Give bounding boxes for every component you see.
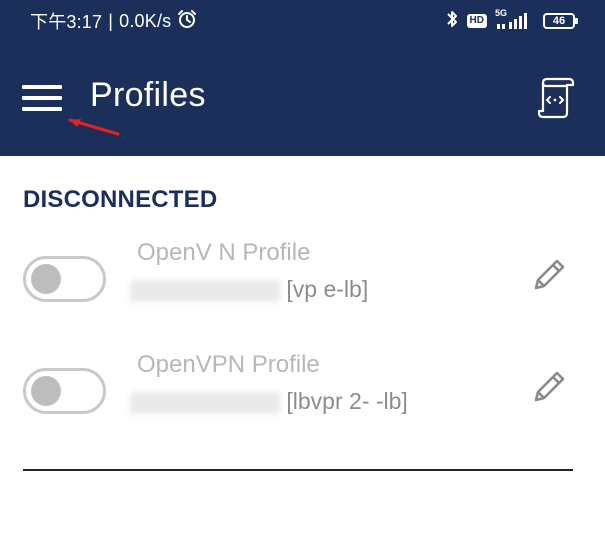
profile-toggle[interactable] (23, 256, 106, 302)
network-speed: 0.0K/s (119, 10, 172, 31)
profile-row[interactable]: OpenVPN Profile [lbvpr 2- -lb] (0, 346, 605, 436)
status-separator: | (108, 10, 114, 31)
redacted-block (130, 279, 280, 302)
list-divider (23, 469, 573, 471)
app-screen: 下午3:17 | 0.0K/s HD 5G 46 Profiles DISCON… (0, 0, 605, 547)
page-title: Profiles (90, 76, 206, 114)
bluetooth-icon (445, 9, 459, 34)
redacted-block (130, 391, 280, 414)
profile-server: [lbvpr 2- -lb] (286, 388, 408, 414)
status-time: 下午3:17 (30, 12, 103, 32)
profile-name: OpenVPN Profile (137, 351, 320, 378)
profile-name: OpenV N Profile (137, 239, 311, 266)
pencil-icon[interactable] (530, 254, 570, 294)
menu-line-top (22, 85, 62, 89)
hamburger-menu-icon[interactable] (22, 83, 64, 115)
status-bar: 下午3:17 | 0.0K/s HD 5G 46 (0, 0, 605, 41)
profile-toggle[interactable] (23, 368, 106, 414)
profiles-list: DISCONNECTED OpenV N Profile [vp e-lb] O… (0, 156, 605, 547)
app-bar: Profiles (0, 41, 605, 156)
battery-icon: 46 (543, 13, 578, 29)
menu-line-middle (22, 96, 62, 100)
toggle-knob (31, 264, 61, 294)
import-profile-icon[interactable] (535, 77, 575, 119)
status-right: HD 5G 46 (445, 8, 578, 34)
alarm-icon (177, 9, 197, 34)
menu-line-bottom (22, 107, 62, 111)
battery-level: 46 (552, 15, 566, 27)
toggle-knob (31, 376, 61, 406)
profile-detail: [lbvpr 2- -lb] (130, 388, 408, 415)
profile-detail: [vp e-lb] (130, 276, 368, 303)
status-left: 下午3:17 | 0.0K/s (30, 8, 197, 34)
profile-row[interactable]: OpenV N Profile [vp e-lb] (0, 234, 605, 324)
pencil-icon[interactable] (530, 366, 570, 406)
signal-icon: 5G (495, 8, 535, 31)
section-header-disconnected: DISCONNECTED (23, 186, 218, 213)
profile-server: [vp e-lb] (286, 276, 369, 302)
hd-icon: HD (466, 14, 487, 28)
